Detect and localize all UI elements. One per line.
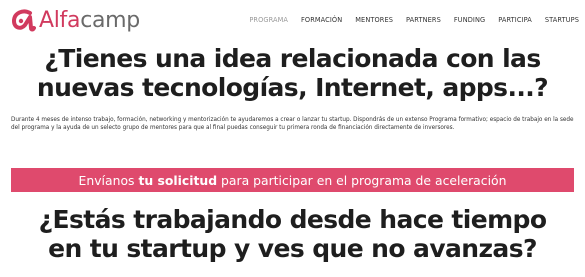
apply-button-text-after: para participar en el programa de aceler… [217, 172, 507, 188]
site-header: Alfacamp PROGRAMA FORMACIÓN MENTORES PAR… [0, 0, 585, 40]
nav-item-participa[interactable]: PARTICIPA [498, 16, 532, 24]
nav-item-funding[interactable]: FUNDING [454, 16, 485, 24]
hero-description: Durante 4 meses de intenso trabajo, form… [11, 117, 574, 131]
nav-item-partners[interactable]: PARTNERS [406, 16, 441, 24]
section-title: ¿Estás trabajando desde hace tiempo en t… [38, 205, 547, 263]
brand-name-part2: camp [80, 7, 140, 33]
nav-item-formacion[interactable]: FORMACIÓN [301, 16, 342, 24]
brand-name-part1: Alfa [39, 7, 81, 33]
brand-name: Alfacamp [39, 8, 140, 33]
alfa-symbol-icon [12, 9, 36, 32]
apply-button-text-bold: tu solicitud [138, 172, 218, 188]
nav-item-startups[interactable]: STARTUPS [545, 16, 579, 24]
main-nav: PROGRAMA FORMACIÓN MENTORES PARTNERS FUN… [236, 16, 579, 24]
nav-item-mentores[interactable]: MENTORES [355, 16, 393, 24]
apply-button-text-before: Envíanos [78, 172, 139, 188]
apply-button[interactable]: Envíanos tu solicitud para participar en… [11, 168, 574, 192]
hero-title: ¿Tienes una idea relacionada con las nue… [36, 44, 549, 102]
logo-link[interactable]: Alfacamp [10, 5, 140, 35]
nav-item-programa[interactable]: PROGRAMA [249, 16, 288, 24]
